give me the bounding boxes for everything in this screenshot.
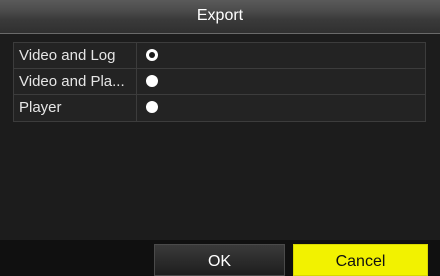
option-row-video-and-player[interactable]: Video and Pla... [14,69,425,95]
radio-video-and-player[interactable] [146,75,158,87]
ok-button[interactable]: OK [154,244,285,276]
option-label: Player [14,95,137,121]
export-dialog: Export Video and Log Video and Pla... Pl… [0,0,440,276]
cancel-button[interactable]: Cancel [293,244,428,276]
option-row-video-and-log[interactable]: Video and Log [14,43,425,69]
dialog-title-bar: Export [0,0,440,34]
option-label: Video and Pla... [14,69,137,94]
dialog-title: Export [196,7,244,24]
option-row-player[interactable]: Player [14,95,425,121]
option-label: Video and Log [14,43,137,68]
radio-player[interactable] [146,101,158,113]
export-options-list: Video and Log Video and Pla... Player [13,42,426,122]
radio-video-and-log[interactable] [146,49,158,61]
